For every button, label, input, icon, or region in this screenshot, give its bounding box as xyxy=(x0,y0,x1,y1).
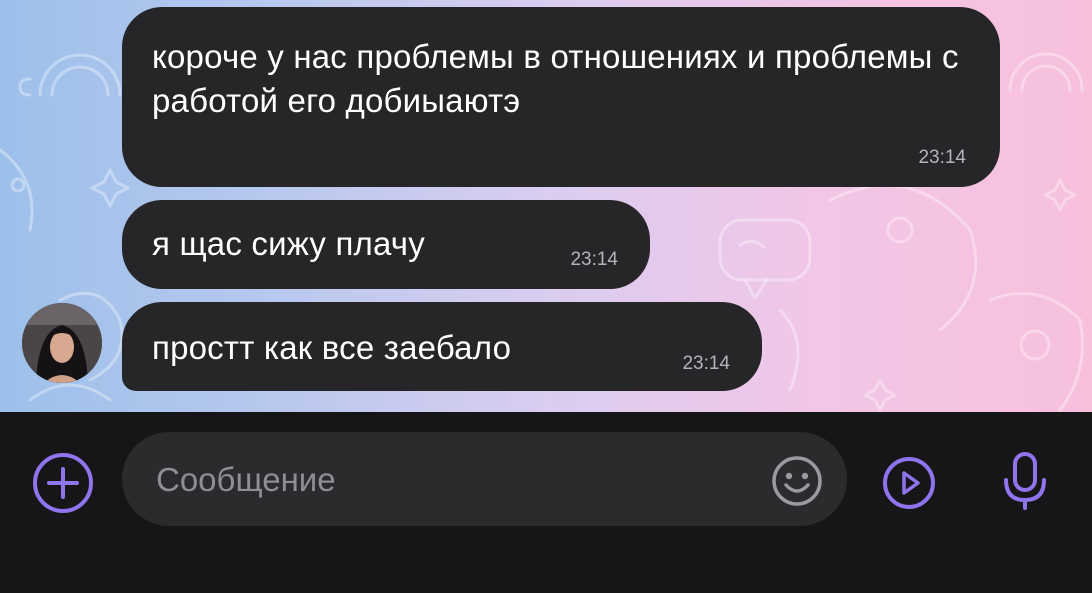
microphone-icon xyxy=(1004,452,1046,510)
avatar-photo xyxy=(22,303,102,383)
plus-circle-icon xyxy=(33,453,93,513)
sender-avatar[interactable] xyxy=(22,303,102,383)
video-message-button[interactable] xyxy=(880,454,938,512)
emoji-button[interactable] xyxy=(770,454,824,508)
message-bubble[interactable]: я щас сижу плачу 23:14 xyxy=(122,200,650,289)
message-input[interactable] xyxy=(154,454,758,506)
voice-message-button[interactable] xyxy=(996,448,1054,514)
message-bubble[interactable]: простт как все заебало 23:14 xyxy=(122,302,762,391)
attach-button[interactable] xyxy=(30,450,96,516)
chat-area: короче у нас проблемы в отношениях и про… xyxy=(0,0,1092,412)
message-text: короче у нас проблемы в отношениях и про… xyxy=(152,38,959,119)
message-text: простт как все заебало xyxy=(152,329,512,366)
message-time: 23:14 xyxy=(682,353,730,374)
message-field[interactable] xyxy=(122,432,847,526)
message-time: 23:14 xyxy=(918,147,966,168)
message-bubble[interactable]: короче у нас проблемы в отношениях и про… xyxy=(122,7,1000,187)
video-message-icon xyxy=(883,457,935,509)
smile-icon xyxy=(772,456,822,506)
message-text: я щас сижу плачу xyxy=(152,225,425,262)
message-time: 23:14 xyxy=(570,249,618,270)
